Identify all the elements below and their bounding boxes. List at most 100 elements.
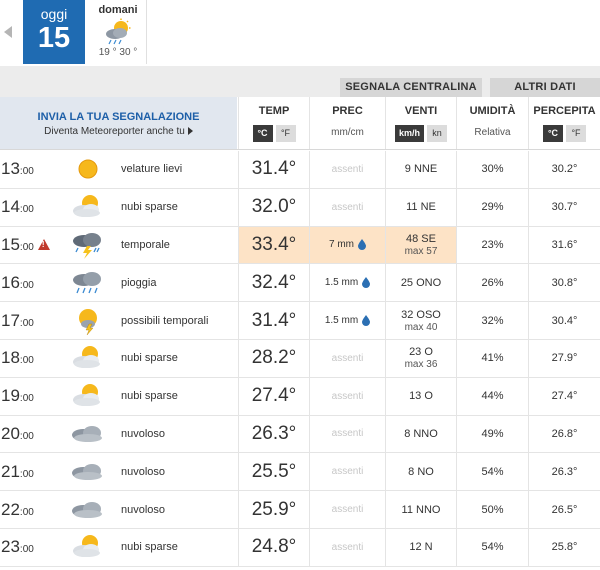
row-wind-value: 48 SE (406, 232, 436, 245)
row-wind-max: max 36 (404, 359, 438, 371)
row-description: nubi sparse (121, 201, 178, 214)
row-wind: 12 N (385, 528, 456, 566)
table-row: 17:00 possibili temporali 31.4° 1.5 mm 32 OS… (0, 302, 600, 340)
cloudy-icon (68, 458, 108, 486)
row-time: 13:00 (0, 151, 62, 188)
col-umidita-label: UMIDITÀ (469, 105, 516, 117)
row-wind-value: 11 NE (406, 201, 436, 214)
day-tab-tomorrow[interactable]: domani 19 ° 30 ° (92, 0, 144, 64)
raindrop-icon (362, 277, 371, 289)
invia-segnalazione-link[interactable]: INVIA LA TUA SEGNALAZIONE Diventa Meteor… (0, 97, 237, 149)
col-prec-unit: mm/cm (331, 127, 364, 138)
row-humidity: 49% (456, 415, 528, 453)
row-wind: 23 Omax 36 (385, 339, 456, 377)
row-perceived: 30.7° (528, 188, 600, 226)
divider (146, 0, 147, 64)
row-precipitation-value: assenti (331, 428, 364, 440)
sun-cloud-icon (68, 193, 108, 221)
row-temperature: 31.4° (238, 151, 309, 188)
row-precipitation: assenti (309, 151, 385, 188)
row-description: pioggia (121, 276, 157, 289)
day-tab-today[interactable]: oggi 15 (23, 0, 85, 64)
col-temp: TEMP °C °F (238, 97, 309, 149)
sun-storm-icon (68, 307, 108, 335)
row-humidity: 23% (456, 226, 528, 264)
row-minutes: :00 (19, 279, 34, 291)
table-header: INVIA LA TUA SEGNALAZIONE Diventa Meteor… (0, 97, 600, 150)
row-hour: 18 (1, 348, 20, 368)
row-precipitation-value: assenti (331, 352, 364, 364)
row-humidity: 32% (456, 302, 528, 339)
sun-icon (68, 155, 108, 183)
chevron-right-icon (187, 127, 193, 136)
row-wind-value: 25 ONO (400, 276, 442, 289)
row-precipitation: 1.5 mm (309, 264, 385, 302)
col-venti: VENTI km/h kn (385, 97, 456, 149)
warning-icon[interactable] (37, 239, 50, 251)
raindrop-icon (362, 315, 371, 327)
row-description: possibili temporali (121, 314, 209, 327)
row-hour: 20 (1, 423, 20, 443)
row-weather-icon (64, 491, 112, 528)
row-wind-value: 9 NNE (404, 163, 438, 176)
col-venti-label: VENTI (404, 105, 438, 117)
row-wind-value: 8 NNO (404, 427, 438, 440)
row-description: nuvoloso (121, 503, 166, 516)
row-minutes: :00 (19, 544, 34, 556)
altri-dati-button[interactable]: ALTRI DATI (490, 78, 600, 97)
row-minutes: :00 (19, 241, 34, 253)
rain-icon (68, 269, 108, 297)
row-description: velature lievi (121, 163, 183, 176)
row-weather-icon (64, 264, 112, 301)
unit-celsius-toggle[interactable]: °C (252, 125, 273, 142)
row-weather-icon (64, 189, 112, 226)
row-hour: 13 (1, 159, 20, 179)
row-time: 16:00 (0, 264, 62, 301)
row-precipitation: assenti (309, 339, 385, 377)
row-minutes: :00 (19, 430, 34, 442)
table-row: 20:00 nuvoloso 26.3° assenti 8 NNO 49% 26.8° (0, 415, 600, 454)
row-humidity: 30% (456, 151, 528, 188)
unit-fahrenheit-toggle[interactable]: °F (275, 125, 296, 142)
row-precipitation-value: 1.5 mm (324, 315, 359, 327)
row-precipitation-value: 7 mm (329, 239, 354, 251)
unit-knots-toggle[interactable]: kn (427, 125, 447, 142)
row-precipitation: assenti (309, 377, 385, 415)
row-humidity: 29% (456, 188, 528, 226)
table-row: 23:00 nubi sparse 24.8° assenti 12 N 54% 25.8° (0, 528, 600, 567)
cloudy-icon (68, 420, 108, 448)
row-hour: 21 (1, 461, 20, 481)
row-perceived: 30.8° (528, 264, 600, 302)
segnala-centralina-button[interactable]: SEGNALA CENTRALINA (340, 78, 482, 97)
row-perceived: 26.5° (528, 491, 600, 528)
row-time: 20:00 (0, 416, 62, 453)
row-humidity: 26% (456, 264, 528, 302)
row-wind-value: 8 NO (408, 465, 434, 478)
row-weather-icon (64, 378, 112, 415)
previous-day-arrow-icon[interactable] (4, 26, 12, 38)
row-wind-value: 11 NNO (401, 503, 441, 516)
row-temperature: 25.9° (238, 491, 309, 528)
row-wind: 32 OSO max 40 (385, 302, 456, 339)
row-wind-value: 13 O (409, 390, 433, 403)
row-precipitation-value: assenti (331, 390, 364, 402)
row-precipitation-value: assenti (331, 541, 364, 553)
row-wind: 8 NO (385, 453, 456, 491)
row-minutes: :00 (19, 166, 34, 178)
row-minutes: :00 (19, 393, 34, 405)
row-wind: 9 NNE (385, 151, 456, 188)
unit-celsius-toggle[interactable]: °C (543, 125, 563, 142)
unit-fahrenheit-toggle[interactable]: °F (566, 125, 586, 142)
unit-kmh-toggle[interactable]: km/h (394, 125, 424, 142)
row-description: nuvoloso (121, 465, 166, 478)
col-temp-label: TEMP (258, 105, 290, 117)
row-time: 21:00 (0, 453, 62, 490)
row-temperature: 32.0° (238, 188, 309, 226)
row-weather-icon (64, 529, 112, 566)
row-temperature: 31.4° (238, 302, 309, 339)
row-perceived: 27.9° (528, 339, 600, 377)
table-row: 16:00 pioggia 32.4° 1.5 mm 25 ONO 26% 30.8° (0, 264, 600, 303)
row-humidity: 54% (456, 453, 528, 491)
row-hour: 19 (1, 386, 20, 406)
row-time: 19:00 (0, 378, 62, 415)
